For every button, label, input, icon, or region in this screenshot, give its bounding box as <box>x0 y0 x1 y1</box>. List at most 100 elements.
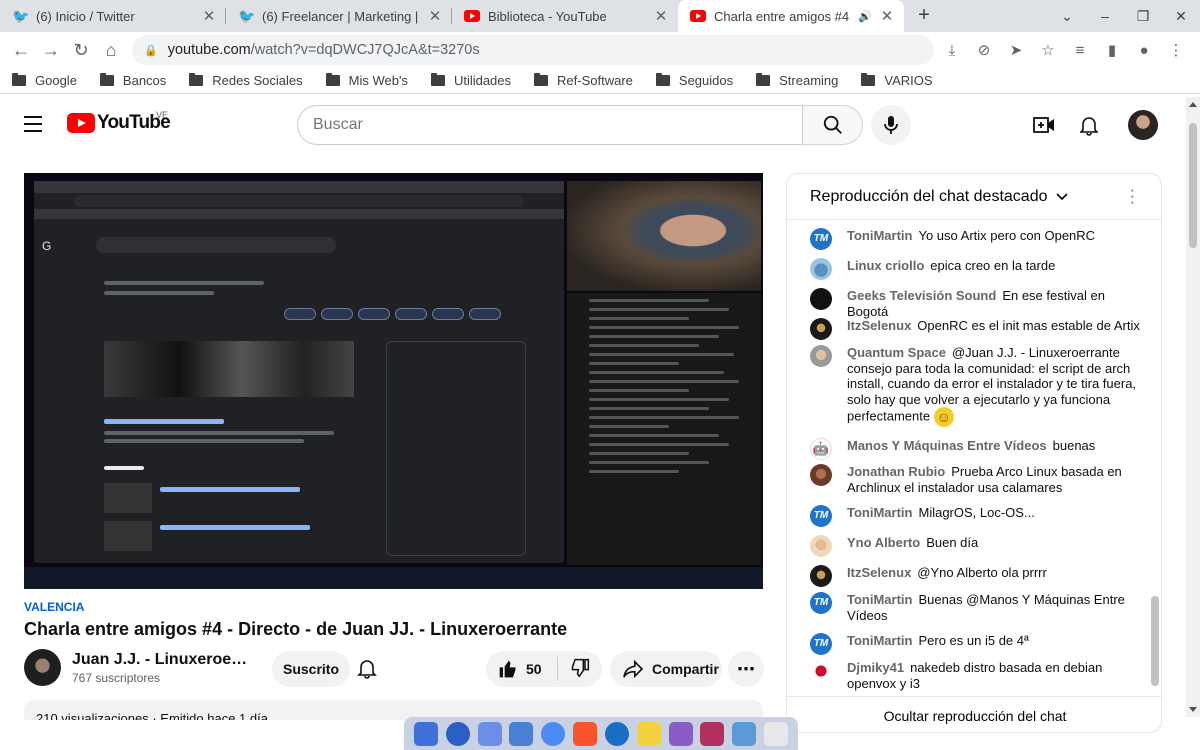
chat-author[interactable]: Djmiky41 <box>847 660 904 675</box>
chat-menu-icon[interactable]: · · · <box>1130 183 1135 211</box>
author-avatar[interactable] <box>810 535 832 557</box>
app-launcher-icon[interactable] <box>413 721 438 746</box>
voice-search-button[interactable] <box>871 105 911 145</box>
mail-icon[interactable] <box>604 721 629 746</box>
screenshot-icon[interactable] <box>700 721 725 746</box>
browser-tab-3[interactable]: Charla entre amigos #4 🔊 ✕ <box>678 0 904 32</box>
side-panel-icon[interactable]: ▮ <box>1096 41 1128 59</box>
home-button[interactable]: ⌂ <box>96 40 126 61</box>
network-icon[interactable] <box>732 721 757 746</box>
bookmark-folder[interactable]: Seguidos <box>655 73 733 88</box>
video-location[interactable]: VALENCIA <box>24 600 84 614</box>
reload-button[interactable]: ↻ <box>66 40 96 61</box>
notes-icon[interactable] <box>636 721 661 746</box>
channel-name[interactable]: Juan J.J. - Linuxeroerra... <box>72 651 248 669</box>
channel-avatar[interactable] <box>24 649 61 686</box>
chat-header[interactable]: Reproducción del chat destacado · · · <box>787 174 1161 220</box>
lock-icon[interactable]: 🔒 <box>144 44 158 57</box>
search-input[interactable]: Buscar <box>297 105 803 145</box>
share-button[interactable]: Compartir <box>610 651 722 687</box>
author-avatar[interactable]: TM <box>810 228 832 250</box>
create-video-icon[interactable] <box>1032 113 1056 137</box>
chat-scrollbar[interactable] <box>1149 221 1161 691</box>
scrollbar-thumb[interactable] <box>1189 123 1197 248</box>
author-avatar[interactable] <box>810 318 832 340</box>
chat-author[interactable]: ItzSelenux <box>847 318 911 333</box>
bookmark-folder[interactable]: Ref-Software <box>534 73 633 88</box>
chat-scrollbar-thumb[interactable] <box>1151 596 1159 686</box>
bookmark-folder[interactable]: Mis Web's <box>325 73 408 88</box>
hide-chat-button[interactable]: Ocultar reproducción del chat <box>787 696 1161 732</box>
close-tab-icon[interactable]: ✕ <box>652 7 670 25</box>
bookmark-folder[interactable]: Redes Sociales <box>189 73 303 88</box>
bookmark-folder[interactable]: Bancos <box>99 73 166 88</box>
bookmark-folder[interactable]: VARIOS <box>861 73 933 88</box>
tab-search-icon[interactable]: ⌄ <box>1048 8 1086 25</box>
chrome-icon[interactable] <box>541 721 566 746</box>
hamburger-menu-icon[interactable] <box>24 116 42 137</box>
media-controls-icon[interactable]: ≡ <box>1064 42 1096 59</box>
share-icon[interactable]: ➤ <box>1000 41 1032 59</box>
folder-icon[interactable] <box>509 721 534 746</box>
scroll-up-icon[interactable] <box>1189 102 1197 107</box>
document-icon[interactable] <box>764 721 789 746</box>
install-app-icon[interactable]: ⤓ <box>936 42 968 59</box>
address-bar[interactable]: 🔒 youtube.com/watch?v=dqDWCJ7QJcA&t=3270… <box>132 35 934 65</box>
bookmark-folder[interactable]: Google <box>12 73 77 88</box>
chat-author[interactable]: Geeks Televisión Sound <box>847 288 996 303</box>
brave-icon[interactable] <box>573 721 598 746</box>
chat-author[interactable]: Linux criollo <box>847 258 924 273</box>
author-avatar[interactable] <box>810 258 832 280</box>
chat-author[interactable]: ToniMartin <box>847 592 912 607</box>
author-avatar[interactable]: TM <box>810 633 832 655</box>
youtube-logo[interactable]: YouTube VE <box>67 110 171 134</box>
chat-author[interactable]: Quantum Space <box>847 345 946 360</box>
back-button[interactable]: ← <box>6 40 36 61</box>
browser-tab-1[interactable]: 🐦 (6) Freelancer | Marketing | ✕ <box>226 0 452 32</box>
files-icon[interactable] <box>477 721 502 746</box>
bookmark-star-icon[interactable]: ☆ <box>1032 41 1064 59</box>
chat-author[interactable]: Manos Y Máquinas Entre Vídeos <box>847 438 1047 453</box>
browser-tab-2[interactable]: Biblioteca - YouTube ✕ <box>452 0 678 32</box>
menu-kebab-icon[interactable]: ⋮ <box>1160 41 1192 59</box>
chat-author[interactable]: ToniMartin <box>847 633 912 648</box>
new-tab-button[interactable]: + <box>904 0 944 32</box>
close-tab-icon[interactable]: ✕ <box>426 7 444 25</box>
chat-author[interactable]: Jonathan Rubio <box>847 464 945 479</box>
author-avatar[interactable] <box>810 464 832 486</box>
page-scrollbar[interactable] <box>1186 97 1200 717</box>
bookmark-folder[interactable]: Streaming <box>756 73 838 88</box>
author-avatar[interactable]: TM <box>810 505 832 527</box>
scroll-down-icon[interactable] <box>1189 707 1197 712</box>
notifications-bell-icon[interactable] <box>1077 113 1101 137</box>
close-tab-icon[interactable]: ✕ <box>878 7 896 25</box>
chat-author[interactable]: Yno Alberto <box>847 535 920 550</box>
office-icon[interactable] <box>668 721 693 746</box>
author-avatar[interactable] <box>810 345 832 367</box>
notification-bell-icon[interactable] <box>357 657 377 684</box>
minimize-button[interactable]: – <box>1086 8 1124 24</box>
chat-author[interactable]: ToniMartin <box>847 228 912 243</box>
author-avatar[interactable] <box>810 660 832 682</box>
author-avatar[interactable] <box>810 288 832 310</box>
profile-icon[interactable]: ● <box>1128 42 1160 59</box>
tracking-icon[interactable]: ⊘ <box>968 41 1000 59</box>
forward-button[interactable]: → <box>36 40 66 61</box>
chat-author[interactable]: ToniMartin <box>847 505 912 520</box>
chat-author[interactable]: ItzSelenux <box>847 565 911 580</box>
subscribed-button[interactable]: Suscrito <box>272 651 350 687</box>
video-player[interactable]: G <box>24 173 763 589</box>
bookmark-folder[interactable]: Utilidades <box>430 73 511 88</box>
author-avatar[interactable] <box>810 565 832 587</box>
author-avatar[interactable]: 🤖 <box>810 438 832 460</box>
speaker-icon[interactable]: 🔊 <box>858 10 872 23</box>
search-button[interactable] <box>803 105 863 145</box>
search-icon[interactable] <box>445 721 470 746</box>
more-actions-button[interactable]: ⋯ <box>728 651 764 687</box>
like-button[interactable]: 50 <box>486 657 558 681</box>
dislike-button[interactable] <box>558 658 590 681</box>
author-avatar[interactable]: TM <box>810 592 832 614</box>
close-window-button[interactable]: ✕ <box>1162 8 1200 25</box>
browser-tab-0[interactable]: 🐦 (6) Inicio / Twitter ✕ <box>0 0 226 32</box>
close-tab-icon[interactable]: ✕ <box>200 7 218 25</box>
